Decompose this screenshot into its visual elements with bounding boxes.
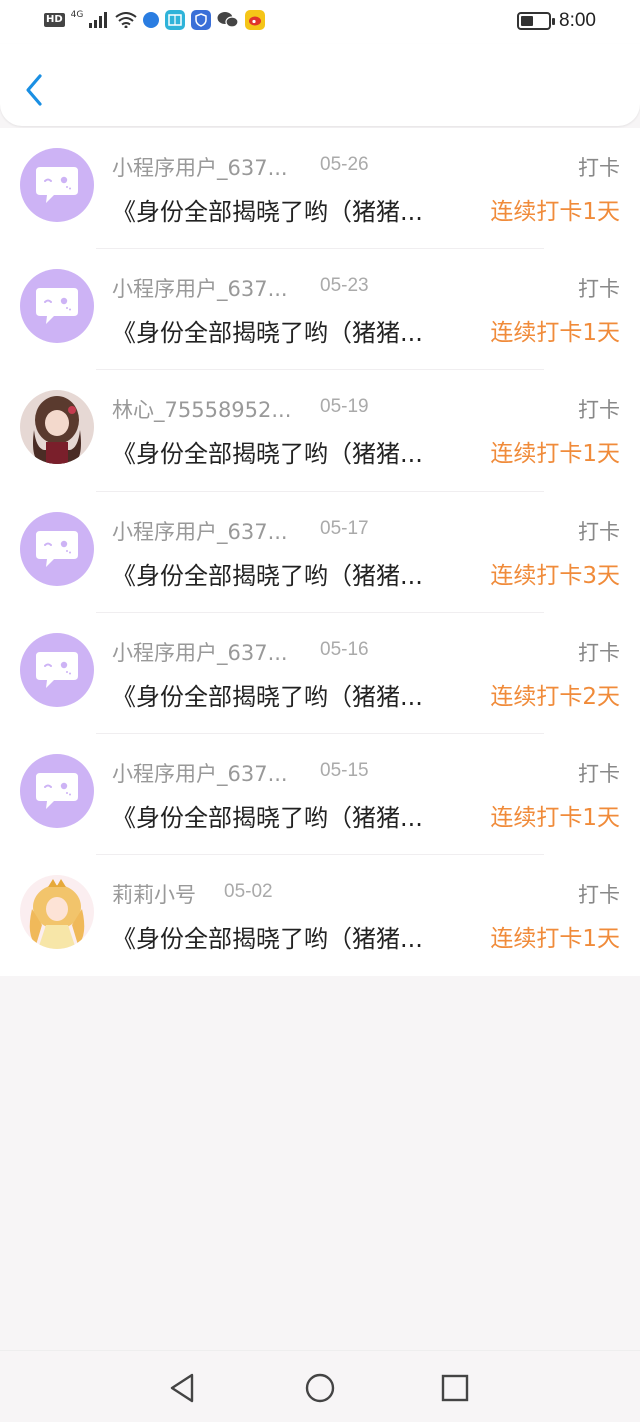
entry-title: 《身份全部揭晓了哟（猪猪... bbox=[112, 198, 423, 226]
default-avatar-icon bbox=[36, 167, 78, 203]
streak-label: 连续打卡1天 bbox=[490, 804, 620, 831]
hd-badge: HD bbox=[44, 13, 65, 27]
user-name: 小程序用户_637... bbox=[112, 761, 288, 786]
wechat-icon bbox=[217, 12, 239, 28]
back-chevron-icon bbox=[26, 74, 42, 106]
default-avatar-icon bbox=[36, 288, 78, 325]
entry-title: 《身份全部揭晓了哟（猪猪... bbox=[112, 561, 423, 590]
book-app-icon bbox=[165, 10, 186, 30]
status-bar: HD 4G 8:00 bbox=[0, 0, 640, 44]
entry-type-label: 打卡 bbox=[578, 277, 620, 302]
checkin-date: 05-17 bbox=[320, 517, 369, 539]
default-avatar-icon bbox=[36, 772, 78, 809]
entry-title: 《身份全部揭晓了哟（猪猪... bbox=[112, 319, 423, 348]
entry-title: 《身份全部揭晓了哟（猪猪... bbox=[112, 682, 423, 711]
checkin-date: 05-15 bbox=[320, 759, 369, 781]
user-name: 小程序用户_637... bbox=[112, 156, 288, 180]
checkin-list-item[interactable]: 小程序用户_637... 05-17 打卡《身份全部揭晓了哟（猪猪... 连续打卡3天 bbox=[0, 492, 640, 613]
system-nav-bar bbox=[0, 1350, 640, 1422]
streak-label: 连续打卡2天 bbox=[490, 683, 620, 710]
avatar-photo-icon bbox=[20, 390, 94, 465]
nav-recents-icon bbox=[441, 1374, 469, 1402]
user-name: 林心_75558952... bbox=[112, 398, 292, 423]
avatar[interactable] bbox=[20, 632, 94, 707]
avatar[interactable] bbox=[20, 753, 94, 828]
avatar-photo-icon bbox=[20, 875, 94, 950]
user-name: 小程序用户_637... bbox=[112, 640, 288, 665]
checkin-date: 05-19 bbox=[320, 396, 369, 418]
default-avatar-icon bbox=[36, 530, 78, 567]
checkin-date: 05-16 bbox=[320, 638, 369, 660]
user-name: 莉莉小号 bbox=[112, 883, 196, 908]
user-name: 小程序用户_637... bbox=[112, 277, 288, 302]
checkin-date: 05-23 bbox=[320, 275, 369, 297]
entry-title: 《身份全部揭晓了哟（猪猪... bbox=[112, 803, 423, 832]
checkin-list-item[interactable]: 小程序用户_637... 05-16 打卡《身份全部揭晓了哟（猪猪... 连续打卡2天 bbox=[0, 613, 640, 734]
entry-title: 《身份全部揭晓了哟（猪猪... bbox=[112, 925, 423, 954]
checkin-date: 05-26 bbox=[320, 154, 369, 175]
nav-back-button[interactable] bbox=[166, 1371, 200, 1405]
entry-type-label: 打卡 bbox=[578, 883, 620, 908]
streak-label: 连续打卡1天 bbox=[490, 441, 620, 468]
avatar[interactable] bbox=[20, 390, 94, 465]
battery-icon bbox=[517, 12, 556, 30]
checkin-list-item[interactable]: 小程序用户_637... 05-26 打卡《身份全部揭晓了哟（猪猪... 连续打卡1天 bbox=[0, 128, 640, 250]
nav-back-icon bbox=[170, 1373, 194, 1403]
avatar[interactable] bbox=[20, 269, 94, 344]
checkin-list: 小程序用户_637... 05-26 打卡 《身份全部揭晓了哟（猪猪... 连续打卡1天… bbox=[0, 128, 640, 976]
checkin-list-item[interactable]: 林心_75558952... 05-19 打卡《身份全部揭晓了哟（猪猪... 连续打卡… bbox=[0, 370, 640, 492]
avatar[interactable] bbox=[20, 148, 94, 222]
entry-type-label: 打卡 bbox=[578, 398, 620, 423]
header-bar bbox=[0, 44, 640, 126]
blue-app-icon bbox=[143, 12, 160, 28]
status-right: 8:00 bbox=[517, 10, 596, 32]
shield-app-icon bbox=[191, 10, 212, 30]
weibo-icon bbox=[245, 10, 266, 30]
back-button[interactable] bbox=[18, 70, 52, 110]
battery-level bbox=[521, 16, 533, 26]
streak-label: 连续打卡3天 bbox=[490, 562, 620, 589]
avatar[interactable] bbox=[20, 511, 94, 586]
default-avatar-icon bbox=[36, 651, 78, 688]
checkin-list-item[interactable]: 小程序用户_637... 05-23 打卡《身份全部揭晓了哟（猪猪... 连续打卡1天 bbox=[0, 249, 640, 371]
signal-icon bbox=[89, 12, 108, 28]
entry-type-label: 打卡 bbox=[578, 761, 620, 786]
checkin-list-item[interactable]: 莉莉小号 05-02 打卡《身份全部揭晓了哟（猪猪... 连续打卡1天 bbox=[0, 855, 640, 976]
status-time: 8:00 bbox=[559, 10, 596, 31]
nav-recents-button[interactable] bbox=[438, 1371, 472, 1405]
avatar[interactable] bbox=[20, 875, 94, 950]
network-type: 4G bbox=[70, 10, 84, 20]
nav-home-icon bbox=[305, 1373, 335, 1403]
streak-label: 连续打卡1天 bbox=[490, 320, 620, 347]
streak-label: 连续打卡1天 bbox=[490, 199, 620, 225]
streak-label: 连续打卡1天 bbox=[490, 926, 620, 953]
entry-type-label: 打卡 bbox=[578, 156, 620, 180]
checkin-date: 05-02 bbox=[224, 881, 273, 903]
entry-type-label: 打卡 bbox=[578, 519, 620, 544]
wifi-icon bbox=[115, 12, 137, 28]
status-left: HD 4G bbox=[44, 10, 266, 30]
nav-home-button[interactable] bbox=[303, 1371, 337, 1405]
user-name: 小程序用户_637... bbox=[112, 519, 288, 544]
checkin-list-item[interactable]: 小程序用户_637... 05-15 打卡《身份全部揭晓了哟（猪猪... 连续打卡1天 bbox=[0, 734, 640, 856]
entry-title: 《身份全部揭晓了哟（猪猪... bbox=[112, 440, 423, 469]
entry-type-label: 打卡 bbox=[578, 640, 620, 665]
